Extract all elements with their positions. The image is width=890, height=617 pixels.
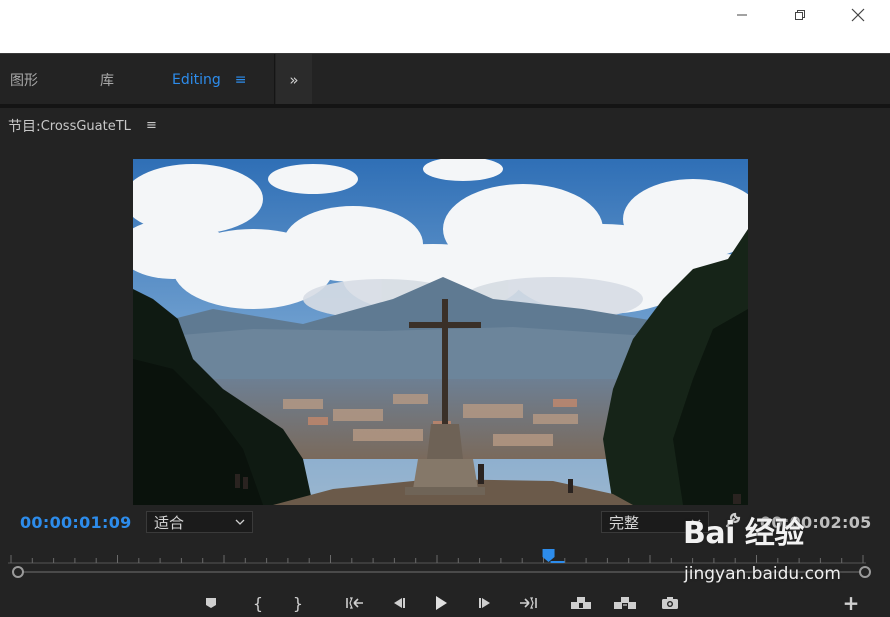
marker-icon [206,598,216,608]
mark-out-button[interactable]: } [285,592,311,614]
time-ruler[interactable] [8,548,866,564]
step-forward-button[interactable] [473,592,499,614]
video-preview [133,159,748,505]
mark-out-icon: } [292,593,304,613]
zoom-scroll-handle-left[interactable] [12,566,24,578]
workspace-tab-libraries[interactable]: 库 [100,54,114,105]
zoom-level-value: 适合 [154,513,185,532]
mark-in-button[interactable]: { [245,592,271,614]
transport-controls: { } + [0,591,890,616]
playback-resolution-select[interactable]: 完整 [601,511,709,533]
workspace-tab-graphics[interactable]: 图形 [10,54,38,105]
panel-menu-icon[interactable]: ≡ [146,118,157,133]
settings-wrench-icon[interactable] [724,511,742,533]
double-chevron-right-icon: » [289,70,299,89]
playback-resolution-value: 完整 [609,513,640,532]
workspace-tab-label: 库 [100,72,114,89]
watermark-url: jingyan.baidu.com [684,564,841,584]
extract-button[interactable] [612,592,638,614]
workspace-tab-label: Editing [172,71,221,88]
panel-title[interactable]: 节目: CrossGuateTL [8,116,131,136]
more-workspaces-button[interactable]: » [276,54,312,105]
camera-icon [662,597,678,609]
close-icon[interactable] [829,0,887,30]
program-monitor-panel: 节目: CrossGuateTL ≡ 00:00:01:09 适合 完整 00:… [0,108,890,617]
minimize-icon[interactable] [713,0,771,30]
video-frame-image [133,159,748,505]
current-timecode[interactable]: 00:00:01:09 [20,513,132,532]
go-to-out-icon [520,597,537,609]
workspace-tab-label: 图形 [10,72,38,89]
menu-icon[interactable]: ≡ [235,72,247,88]
add-marker-button[interactable] [198,592,224,614]
zoom-scroll-handle-right[interactable] [859,566,871,578]
step-forward-icon [479,598,490,608]
chevron-down-icon [691,519,701,525]
mark-in-icon: { [252,593,264,613]
play-button[interactable] [428,592,454,614]
chevron-down-icon [235,519,245,525]
workspace-bar: 图形 库 Editing ≡ » [0,53,890,105]
export-frame-button[interactable] [657,592,683,614]
restore-icon[interactable] [771,0,829,30]
lift-icon [571,597,591,609]
zoom-level-select[interactable]: 适合 [146,511,253,533]
lift-button[interactable] [568,592,594,614]
step-back-button[interactable] [385,592,411,614]
plus-icon: + [842,591,860,615]
extract-icon [614,597,636,609]
panel-title-prefix: 节目: [8,119,41,135]
zoom-scrollbar[interactable] [18,571,866,573]
go-to-in-icon [346,597,363,609]
workspace-tab-editing[interactable]: Editing ≡ [172,54,247,105]
duration-timecode: 00:00:02:05 [760,513,872,532]
workspace-divider [274,54,275,105]
go-to-out-button[interactable] [515,592,541,614]
step-back-icon [394,598,405,608]
panel-clip-name: CrossGuateTL [40,118,131,134]
go-to-in-button[interactable] [342,592,368,614]
playhead-marker[interactable] [542,549,555,562]
button-editor-button[interactable]: + [838,591,864,615]
window-title-bar [0,0,890,53]
play-icon [436,596,447,610]
